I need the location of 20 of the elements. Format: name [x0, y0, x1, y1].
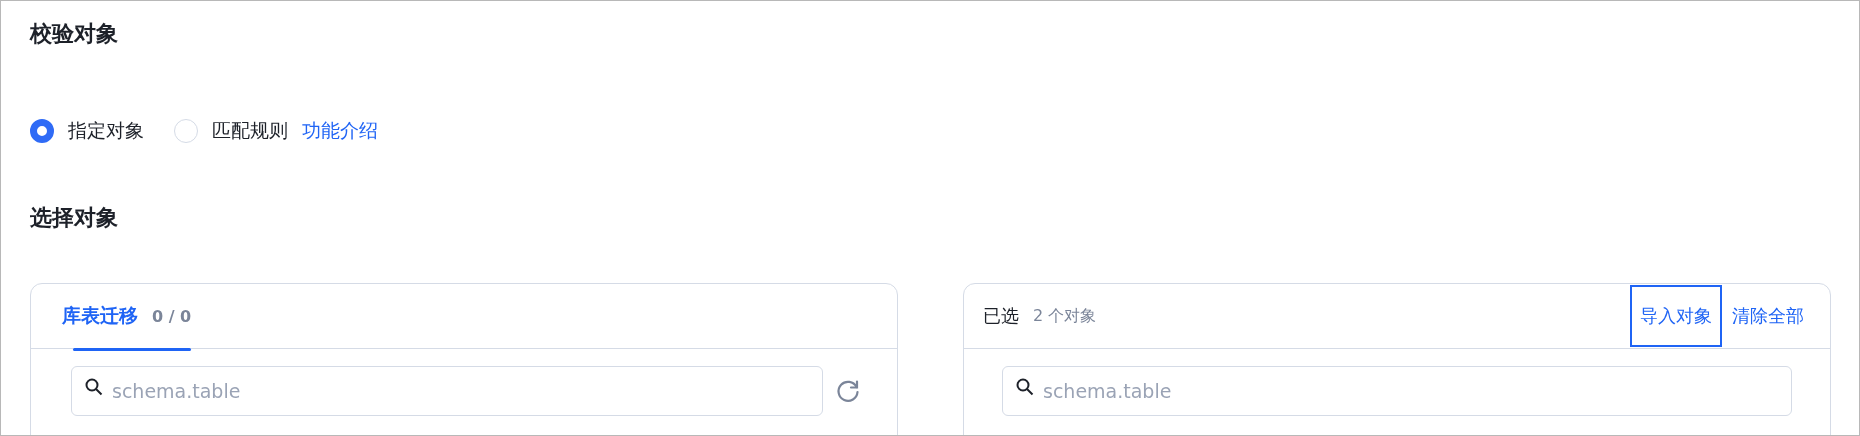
tab[interactable]: 库表迁移 0 / 0: [50, 284, 192, 348]
radio-button[interactable]: [30, 119, 54, 143]
radio-option[interactable]: 指定对象: [30, 118, 144, 144]
tab-count: 0 / 0: [152, 306, 192, 326]
panel-title: 已选: [983, 304, 1019, 328]
selected-count: 2 个对象: [1033, 305, 1097, 327]
action-button[interactable]: 清除全部: [1722, 285, 1814, 347]
search-field[interactable]: schema.table: [71, 366, 823, 416]
refresh-icon[interactable]: [835, 378, 861, 404]
search-icon: [1016, 378, 1034, 396]
search-field[interactable]: schema.table: [1002, 366, 1792, 416]
radio-option[interactable]: 匹配规则: [174, 118, 288, 144]
radio-label: 指定对象: [68, 118, 144, 143]
help-link[interactable]: 功能介绍: [302, 118, 378, 144]
radio-label: 匹配规则: [212, 118, 288, 143]
section-title: 校验对象: [30, 20, 119, 48]
search-icon: [85, 378, 103, 396]
section-title: 选择对象: [30, 204, 119, 232]
action-button[interactable]: 导入对象: [1630, 285, 1722, 347]
tab-label: 库表迁移: [62, 303, 138, 328]
